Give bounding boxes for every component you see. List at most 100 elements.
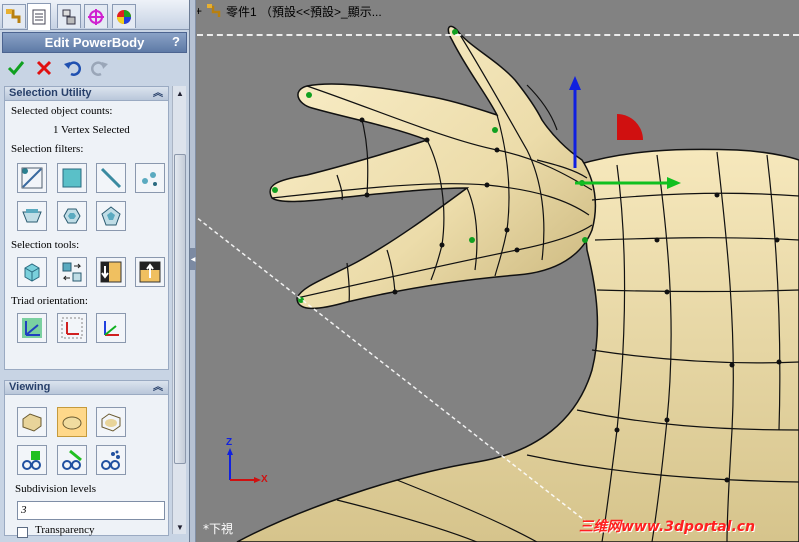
show-vertices-button[interactable]: [17, 445, 47, 475]
viewing-title: Viewing: [9, 381, 51, 393]
hand-surface: [269, 25, 597, 310]
filter-shape-2-button[interactable]: [57, 201, 87, 231]
tools-label: Selection tools:: [11, 239, 80, 251]
selection-utility-header[interactable]: Selection Utility ︽: [5, 87, 168, 101]
scrollbar-thumb[interactable]: [174, 154, 186, 464]
panel-title-bar: Edit PowerBody ?: [2, 32, 187, 53]
cancel-button[interactable]: [34, 58, 54, 78]
box-smooth-display-icon: [101, 413, 121, 432]
swap-selection-button[interactable]: [57, 257, 87, 287]
collapse-chevron-icon[interactable]: ︽: [153, 381, 163, 394]
grid-up-arrow-icon: [139, 261, 161, 283]
scroll-up-icon[interactable]: ▲: [174, 87, 186, 99]
part-name[interactable]: 零件1 （預設<<預設>_顯示...: [226, 3, 382, 20]
subdivision-label: Subdivision levels: [15, 483, 96, 495]
color-wheel-icon: [117, 9, 131, 24]
triad-local-icon: [61, 317, 83, 339]
viewing-group: Viewing ︽ Subdivision levels 3 Transpare…: [4, 380, 169, 538]
filter-shape-1-button[interactable]: [17, 201, 47, 231]
tab-feature-manager[interactable]: [2, 4, 26, 28]
triad-view-icon: [104, 321, 119, 336]
glasses-vertex-icon: [22, 451, 41, 470]
box-display-icon: [22, 413, 42, 432]
hexagon-shape-icon: [63, 208, 81, 224]
panel-scrollbar[interactable]: ▲ ▼: [172, 86, 186, 534]
checkmark-icon: [7, 61, 25, 76]
face-filter-icon: [62, 168, 82, 188]
edge-filter-icon: [100, 167, 122, 189]
tab-display-manager[interactable]: [112, 4, 136, 28]
display-box-button[interactable]: [17, 407, 47, 437]
action-buttons: [2, 56, 187, 80]
subdivision-levels-input[interactable]: 3: [17, 501, 165, 520]
triad-local-button[interactable]: [57, 313, 87, 343]
close-icon: [36, 60, 52, 76]
triad-global-icon: [22, 318, 42, 338]
smooth-display-icon: [62, 416, 82, 430]
manager-tabs: [0, 0, 189, 30]
ok-button[interactable]: [6, 58, 26, 78]
tray-shape-icon: [22, 209, 42, 223]
transparency-checkbox[interactable]: [17, 527, 28, 538]
triad-label: Triad orientation:: [11, 295, 88, 307]
axis-z-label: Z: [226, 437, 233, 448]
viewing-header[interactable]: Viewing ︽: [5, 381, 168, 395]
swap-arrows-icon: [62, 262, 82, 282]
display-both-button[interactable]: [96, 407, 126, 437]
filter-points-button[interactable]: [135, 163, 165, 193]
pentagon-shape-icon: [101, 206, 121, 226]
part-icon: [207, 4, 221, 17]
filter-vertex-button[interactable]: [17, 163, 47, 193]
filter-face-button[interactable]: [57, 163, 87, 193]
glasses-points-icon: [101, 450, 120, 470]
crosshair-icon: [88, 8, 104, 25]
grid-down-arrow-icon: [100, 261, 122, 283]
selection-utility-title: Selection Utility: [9, 87, 92, 99]
selection-utility-group: Selection Utility ︽ Selected object coun…: [4, 86, 169, 370]
transparency-label: Transparency: [35, 524, 95, 536]
feature-tree-icon: [6, 8, 21, 23]
tab-configuration-manager[interactable]: [57, 4, 81, 28]
panel-title: Edit PowerBody: [44, 35, 145, 50]
tab-property-manager[interactable]: [27, 3, 51, 30]
glasses-edge-icon: [62, 449, 82, 470]
redo-icon: [91, 61, 108, 76]
cube-icon: [24, 263, 40, 282]
expand-plus-icon[interactable]: +: [197, 4, 202, 18]
filter-shape-3-button[interactable]: [96, 201, 126, 231]
undo-button[interactable]: [62, 58, 82, 78]
count-value: 1 Vertex Selected: [53, 124, 130, 136]
view-orientation-label: *下視: [203, 522, 234, 536]
scroll-down-icon[interactable]: ▼: [174, 521, 186, 533]
configuration-icon: [62, 9, 76, 24]
help-button[interactable]: ?: [172, 34, 180, 49]
vertex-filter-icon: [21, 167, 43, 189]
undo-icon: [64, 61, 81, 76]
points-filter-icon: [142, 172, 157, 186]
feature-tree-breadcrumb[interactable]: + 零件1 （預設<<預設>_顯示...: [197, 2, 382, 20]
tab-dimxpert-manager[interactable]: [84, 4, 108, 28]
counts-label: Selected object counts:: [11, 105, 113, 117]
watermark-text: 三维网www.3dportal.cn: [579, 519, 756, 535]
property-sheet-icon: [32, 9, 46, 25]
grow-selection-button[interactable]: [96, 257, 126, 287]
shrink-selection-button[interactable]: [135, 257, 165, 287]
top-dash-line: [197, 34, 799, 36]
graphics-viewport[interactable]: + 零件1 （預設<<預設>_顯示... Z X *下視 三维网www.3dpo…: [197, 0, 799, 542]
show-edges-button[interactable]: [57, 445, 87, 475]
display-smooth-button[interactable]: [57, 407, 87, 437]
hand-model[interactable]: [197, 0, 799, 542]
property-manager-panel: Edit PowerBody ? Selection Utility ︽ Sel…: [0, 0, 190, 542]
filter-edge-button[interactable]: [96, 163, 126, 193]
redo-button[interactable]: [90, 58, 110, 78]
show-points-button[interactable]: [96, 445, 126, 475]
filters-label: Selection filters:: [11, 143, 84, 155]
reference-triad: [227, 448, 261, 483]
triad-global-button[interactable]: [17, 313, 47, 343]
panel-splitter[interactable]: ◀: [190, 0, 196, 542]
triad-view-button[interactable]: [96, 313, 126, 343]
collapse-chevron-icon[interactable]: ︽: [153, 87, 163, 100]
splitter-grip-icon[interactable]: ◀: [190, 248, 196, 270]
select-all-button[interactable]: [17, 257, 47, 287]
axis-x-label: X: [261, 474, 268, 485]
